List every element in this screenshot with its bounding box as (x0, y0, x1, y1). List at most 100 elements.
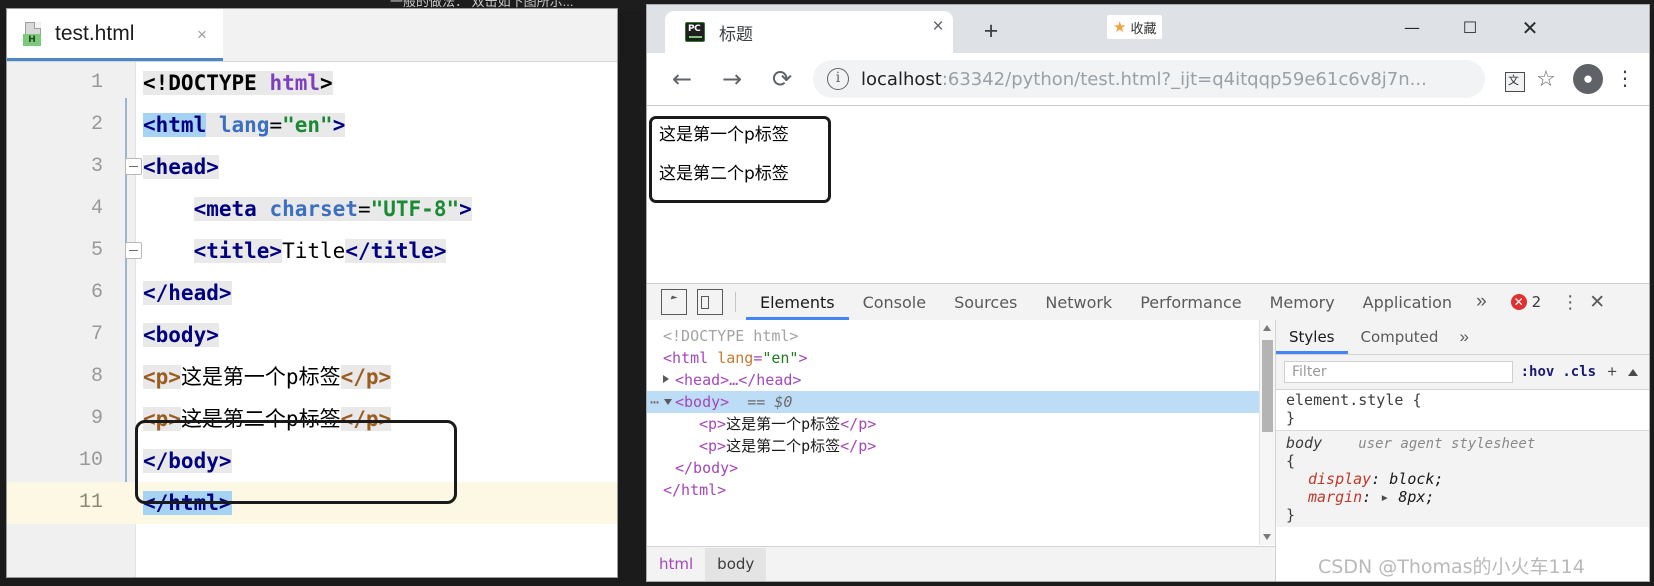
line-number: 9 (90, 407, 103, 430)
browser-menu-button[interactable]: ⋮ (1611, 64, 1639, 94)
bookmark-star-icon[interactable]: ☆ (1531, 64, 1561, 94)
node-badge-ellipsis[interactable]: ⋯ (650, 391, 659, 413)
forward-button[interactable]: → (711, 58, 753, 100)
url-path: :63342/python/test.html?_ijt=q4itqqp59e6… (941, 68, 1427, 90)
code-line[interactable]: 7 <body> (7, 314, 617, 356)
dom-node-text: <head>…</head> (675, 371, 802, 389)
avatar[interactable]: ● (1573, 64, 1603, 94)
cls-toggle[interactable]: .cls (1562, 364, 1596, 380)
dom-tree-pane: <!DOCTYPE html> <html lang="en"> <head>…… (647, 320, 1275, 581)
styles-rule-list[interactable]: element.style { } body user agent styles… (1276, 388, 1649, 581)
styles-more-tabs-icon[interactable]: » (1451, 327, 1476, 347)
code-line[interactable]: 3 <head> (7, 146, 617, 259)
breadcrumb: html body (647, 546, 1275, 581)
breadcrumb-item-body[interactable]: body (705, 547, 767, 581)
line-number: 4 (90, 197, 103, 220)
filter-arrow-icon[interactable] (1628, 368, 1638, 376)
dom-node-html-close[interactable]: </html> (647, 479, 1259, 501)
style-rule-body-ua[interactable]: body user agent stylesheet { display: bl… (1276, 430, 1649, 527)
favorites-button[interactable]: ★ 收藏 (1107, 15, 1163, 39)
dom-node-head[interactable]: <head>…</head> (647, 369, 1259, 391)
device-toolbar-icon[interactable] (697, 289, 723, 315)
expand-triangle-icon[interactable] (663, 375, 669, 383)
breadcrumb-item-html[interactable]: html (647, 548, 705, 581)
scroll-down-arrow-icon[interactable] (1263, 534, 1271, 540)
dom-node-body[interactable]: ⋯ <body> == $0 (647, 391, 1259, 413)
browser-tab[interactable]: PC 标题 (665, 11, 953, 53)
dom-node-text: <body> (675, 393, 730, 411)
dom-node-p2[interactable]: <p>这是第二个p标签</p> (647, 435, 1259, 457)
scrollbar-thumb[interactable] (1262, 340, 1273, 432)
devtools-toolbar: Elements Console Sources Network Perform… (647, 284, 1649, 321)
new-tab-button[interactable]: + (977, 17, 1005, 45)
style-rule-element-style[interactable]: element.style { } (1276, 388, 1649, 430)
scroll-up-arrow-icon[interactable] (1263, 325, 1271, 331)
browser-tab-close-button[interactable]: × (927, 16, 949, 38)
ide-code-area[interactable]: 1 <!DOCTYPE html> 2 <html lang="en"> 3 <… (7, 62, 617, 577)
line-code: <p>这是第二个p标签</p> (143, 407, 392, 431)
error-count: 2 (1531, 293, 1542, 311)
dom-node-p1[interactable]: <p>这是第一个p标签</p> (647, 413, 1259, 435)
back-button[interactable]: ← (661, 58, 703, 100)
reload-button[interactable]: ⟳ (761, 58, 803, 100)
site-info-icon[interactable]: i (827, 68, 849, 90)
styles-filter-input[interactable]: Filter (1284, 361, 1513, 383)
expand-arrow-icon[interactable]: ▸ (1380, 488, 1389, 506)
style-rule-selector: body (1286, 434, 1323, 452)
dom-tree-scrollbar[interactable] (1259, 320, 1275, 545)
styles-filter-bar: Filter :hov .cls + (1276, 355, 1649, 390)
devtools-panel: Elements Console Sources Network Perform… (647, 283, 1649, 581)
dom-node-body-close[interactable]: </body> (647, 457, 1259, 479)
ide-tab-close-button[interactable]: × (193, 26, 211, 44)
styles-tab-styles[interactable]: Styles (1276, 321, 1348, 354)
ide-editor-tab[interactable]: H test.html (7, 9, 223, 61)
devtools-tab-elements[interactable]: Elements (746, 285, 849, 320)
devtools-tab-sources[interactable]: Sources (940, 285, 1031, 320)
devtools-tab-console[interactable]: Console (849, 285, 941, 320)
translate-icon[interactable] (1505, 71, 1525, 92)
devtools-more-tabs-icon[interactable]: » (1466, 291, 1497, 313)
toolbar-divider (735, 292, 736, 312)
code-line[interactable]: 8 <p>这是第一个p标签</p> (7, 356, 617, 398)
devtools-settings-kebab-icon[interactable]: ⋮ (1553, 292, 1587, 313)
window-minimize-button[interactable]: — (1389, 11, 1435, 45)
line-number: 8 (90, 365, 103, 388)
code-line[interactable]: 4 <meta charset="UTF-8"> (7, 188, 617, 230)
style-declaration-value[interactable]: 8px; (1398, 488, 1434, 506)
devtools-error-badge[interactable]: ✕ 2 (1510, 293, 1542, 311)
window-close-button[interactable]: ✕ (1507, 11, 1553, 45)
devtools-tab-performance[interactable]: Performance (1126, 285, 1255, 320)
browser-tab-strip: PC 标题 × + ★ 收藏 — ☐ ✕ (647, 5, 1649, 53)
line-code: <html lang="en"> (143, 113, 346, 137)
dom-node-doctype[interactable]: <!DOCTYPE html> (647, 325, 1259, 347)
code-line[interactable]: 5 <title>Title</title> (7, 230, 617, 272)
new-style-rule-button[interactable]: + (1604, 362, 1620, 382)
code-line[interactable]: 6 </head> (7, 272, 617, 511)
hov-toggle[interactable]: :hov (1521, 364, 1555, 380)
devtools-close-button[interactable]: ✕ (1589, 291, 1605, 314)
devtools-tab-memory[interactable]: Memory (1256, 285, 1349, 320)
dom-selected-ref: == $0 (747, 393, 793, 411)
dom-tree[interactable]: <!DOCTYPE html> <html lang="en"> <head>…… (647, 320, 1259, 545)
line-code: </head> (143, 281, 232, 305)
devtools-tab-network[interactable]: Network (1031, 285, 1126, 320)
error-icon: ✕ (1510, 294, 1527, 310)
styles-tab-computed[interactable]: Computed (1348, 321, 1452, 354)
style-declaration-value[interactable]: block; (1389, 470, 1443, 488)
dom-node-html-open[interactable]: <html lang="en"> (647, 347, 1259, 369)
devtools-tab-application[interactable]: Application (1349, 285, 1466, 320)
style-rule-open-brace: { (1286, 452, 1296, 470)
code-line[interactable]: 9 <p>这是第二个p标签</p> (7, 398, 617, 440)
style-declaration-property[interactable]: margin (1286, 488, 1362, 506)
code-line[interactable]: 10 </body> (7, 440, 617, 482)
code-line[interactable]: 1 <!DOCTYPE html> (7, 62, 617, 104)
devtools-body: <!DOCTYPE html> <html lang="en"> <head>…… (647, 320, 1649, 581)
collapse-triangle-icon[interactable] (664, 399, 672, 409)
code-line[interactable]: 2 <html lang="en"> (7, 104, 617, 175)
style-declaration-property[interactable]: display (1286, 470, 1371, 488)
address-bar[interactable]: i localhost:63342/python/test.html?_ijt=… (813, 60, 1485, 98)
code-line-current[interactable]: 11 </html> (7, 482, 617, 524)
inspect-element-icon[interactable] (661, 289, 687, 315)
browser-window: PC 标题 × + ★ 收藏 — ☐ ✕ ← → ⟳ i localhost:6… (646, 4, 1650, 582)
window-maximize-button[interactable]: ☐ (1447, 11, 1493, 45)
